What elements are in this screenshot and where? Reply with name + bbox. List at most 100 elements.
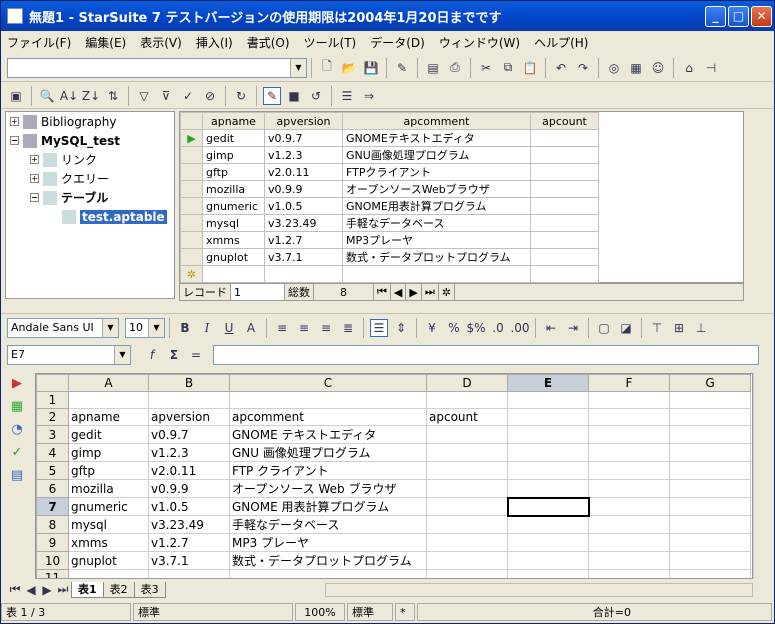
- edit-icon[interactable]: ✎: [393, 59, 411, 77]
- menu-format[interactable]: 書式(O): [247, 34, 290, 51]
- justify-icon[interactable]: ≣: [339, 319, 357, 337]
- refresh-icon[interactable]: ↻: [232, 87, 250, 105]
- grid-row[interactable]: mozilla v0.9.9 オープンソースWebブラウザ: [180, 180, 599, 198]
- col-header[interactable]: B: [148, 374, 230, 392]
- borders-icon[interactable]: ▢: [595, 319, 613, 337]
- grid-row[interactable]: gnuplot v3.7.1 数式・データプロットプログラム: [180, 248, 599, 266]
- menu-window[interactable]: ウィンドウ(W): [439, 34, 520, 51]
- tree-item-tables[interactable]: − テーブル: [6, 188, 174, 207]
- grid-row[interactable]: gimp v1.2.3 GNU画像処理プログラム: [180, 146, 599, 164]
- sort-desc-icon[interactable]: Z↓: [82, 87, 100, 105]
- sort-asc-icon[interactable]: A↓: [60, 87, 78, 105]
- form-icon[interactable]: ▤: [7, 465, 27, 485]
- prev-record-icon[interactable]: ◀: [391, 284, 407, 300]
- italic-icon[interactable]: I: [198, 319, 216, 337]
- standard-filter-icon[interactable]: ⊽: [157, 87, 175, 105]
- new-icon[interactable]: 🗋: [318, 59, 336, 77]
- data-to-text-icon[interactable]: ☰: [338, 87, 356, 105]
- navigator-icon[interactable]: ◎: [605, 59, 623, 77]
- horizontal-scrollbar[interactable]: [324, 582, 753, 597]
- col-header[interactable]: C: [229, 374, 427, 392]
- record-input[interactable]: 1: [231, 284, 285, 300]
- find-icon[interactable]: 🔍: [38, 87, 56, 105]
- menu-insert[interactable]: 挿入(I): [196, 34, 233, 51]
- underline-icon[interactable]: U: [220, 319, 238, 337]
- currency-icon[interactable]: ¥: [423, 319, 441, 337]
- function-wizard-icon[interactable]: f: [143, 346, 161, 364]
- percent-icon[interactable]: %: [445, 319, 463, 337]
- col-apname[interactable]: apname: [202, 112, 265, 130]
- explorer-icon[interactable]: ▣: [7, 87, 25, 105]
- paste-icon[interactable]: 📋: [521, 59, 539, 77]
- spellcheck-icon[interactable]: ✓: [7, 442, 27, 462]
- cut-icon[interactable]: ✂: [477, 59, 495, 77]
- last-record-icon[interactable]: ⏭: [422, 284, 439, 300]
- tab-sheet1[interactable]: 表1: [71, 581, 104, 598]
- grid-new-row[interactable]: ✲: [180, 265, 599, 283]
- grid-row[interactable]: gnumeric v1.0.5 GNOME用表計算プログラム: [180, 197, 599, 215]
- status-mode[interactable]: 標準: [347, 603, 393, 621]
- grid-row[interactable]: xmms v1.2.7 MP3プレーヤ: [180, 231, 599, 249]
- sort-icon[interactable]: ⇅: [104, 87, 122, 105]
- menu-view[interactable]: 表示(V): [140, 34, 182, 51]
- font-color-icon[interactable]: A: [242, 319, 260, 337]
- col-header[interactable]: G: [669, 374, 751, 392]
- edit-data-icon[interactable]: ✎: [263, 86, 281, 105]
- align-center-icon[interactable]: ≡: [295, 319, 313, 337]
- chevron-down-icon[interactable]: ▼: [290, 58, 306, 77]
- remove-decimal-icon[interactable]: .00: [510, 319, 529, 337]
- next-record-icon[interactable]: ▶: [406, 284, 422, 300]
- gallery-icon[interactable]: ☺: [649, 59, 667, 77]
- col-header[interactable]: E: [507, 374, 589, 392]
- save-record-icon[interactable]: ■: [285, 87, 303, 105]
- first-sheet-icon[interactable]: ⏮: [9, 581, 21, 599]
- undo-record-icon[interactable]: ↺: [307, 87, 325, 105]
- apply-filter-icon[interactable]: ✓: [179, 87, 197, 105]
- background-color-icon[interactable]: ◪: [617, 319, 635, 337]
- print-icon[interactable]: ⎙: [446, 59, 464, 77]
- chevron-down-icon[interactable]: ▼: [114, 346, 130, 364]
- col-header[interactable]: A: [68, 374, 149, 392]
- remove-filter-icon[interactable]: ⊘: [201, 87, 219, 105]
- menu-help[interactable]: ヘルプ(H): [534, 34, 588, 51]
- tab-sheet3[interactable]: 表3: [133, 581, 166, 598]
- selected-cell[interactable]: [506, 496, 590, 517]
- prev-sheet-icon[interactable]: ◀: [25, 581, 37, 599]
- formula-input[interactable]: [213, 345, 759, 365]
- tree-item-links[interactable]: + リンク: [6, 150, 174, 169]
- menu-tools[interactable]: ツール(T): [304, 34, 357, 51]
- stylist-icon[interactable]: ▦: [627, 59, 645, 77]
- indent-increase-icon[interactable]: ⇥: [564, 319, 582, 337]
- save-icon[interactable]: 💾: [362, 59, 380, 77]
- grid-row[interactable]: ▶ gedit v0.9.7 GNOMEテキストエディタ: [180, 129, 599, 147]
- last-sheet-icon[interactable]: ⏭: [57, 581, 69, 599]
- next-sheet-icon[interactable]: ▶: [41, 581, 53, 599]
- new-record-icon[interactable]: ✲: [439, 284, 455, 300]
- first-record-icon[interactable]: ⏮: [374, 284, 391, 300]
- sum-icon[interactable]: Σ: [165, 346, 183, 364]
- align-right-icon[interactable]: ≡: [317, 319, 335, 337]
- font-name-combo[interactable]: Andale Sans UI ▼: [7, 317, 119, 338]
- grid-row[interactable]: gftp v2.0.11 FTPクライアント: [180, 163, 599, 181]
- title-bar[interactable]: 無題1 - StarSuite 7 テストバージョンの使用期限は2004年1月2…: [1, 1, 774, 31]
- wrap-text-icon[interactable]: ☰: [370, 318, 388, 337]
- minimize-button[interactable]: _: [705, 5, 726, 27]
- datasource-icon[interactable]: ⌂: [680, 59, 698, 77]
- menu-edit[interactable]: 編集(E): [85, 34, 126, 51]
- tree-item-bibliography[interactable]: + Bibliography: [6, 112, 174, 131]
- redo-icon[interactable]: ↷: [574, 59, 592, 77]
- maximize-button[interactable]: □: [728, 5, 749, 27]
- vertical-align-icon[interactable]: ⇕: [392, 319, 410, 337]
- tree-item-mysql[interactable]: − MySQL_test: [6, 131, 174, 150]
- align-left-icon[interactable]: ≡: [273, 319, 291, 337]
- data-to-fields-icon[interactable]: ⇒: [360, 87, 378, 105]
- copy-icon[interactable]: ⧉: [499, 59, 517, 77]
- menu-data[interactable]: データ(D): [370, 34, 425, 51]
- equals-icon[interactable]: =: [187, 346, 205, 364]
- col-header[interactable]: F: [588, 374, 670, 392]
- tab-sheet2[interactable]: 表2: [102, 581, 135, 598]
- indent-decrease-icon[interactable]: ⇤: [542, 319, 560, 337]
- align-top-icon[interactable]: ⊤: [648, 319, 666, 337]
- close-button[interactable]: ✕: [751, 5, 772, 27]
- menu-file[interactable]: ファイル(F): [7, 34, 71, 51]
